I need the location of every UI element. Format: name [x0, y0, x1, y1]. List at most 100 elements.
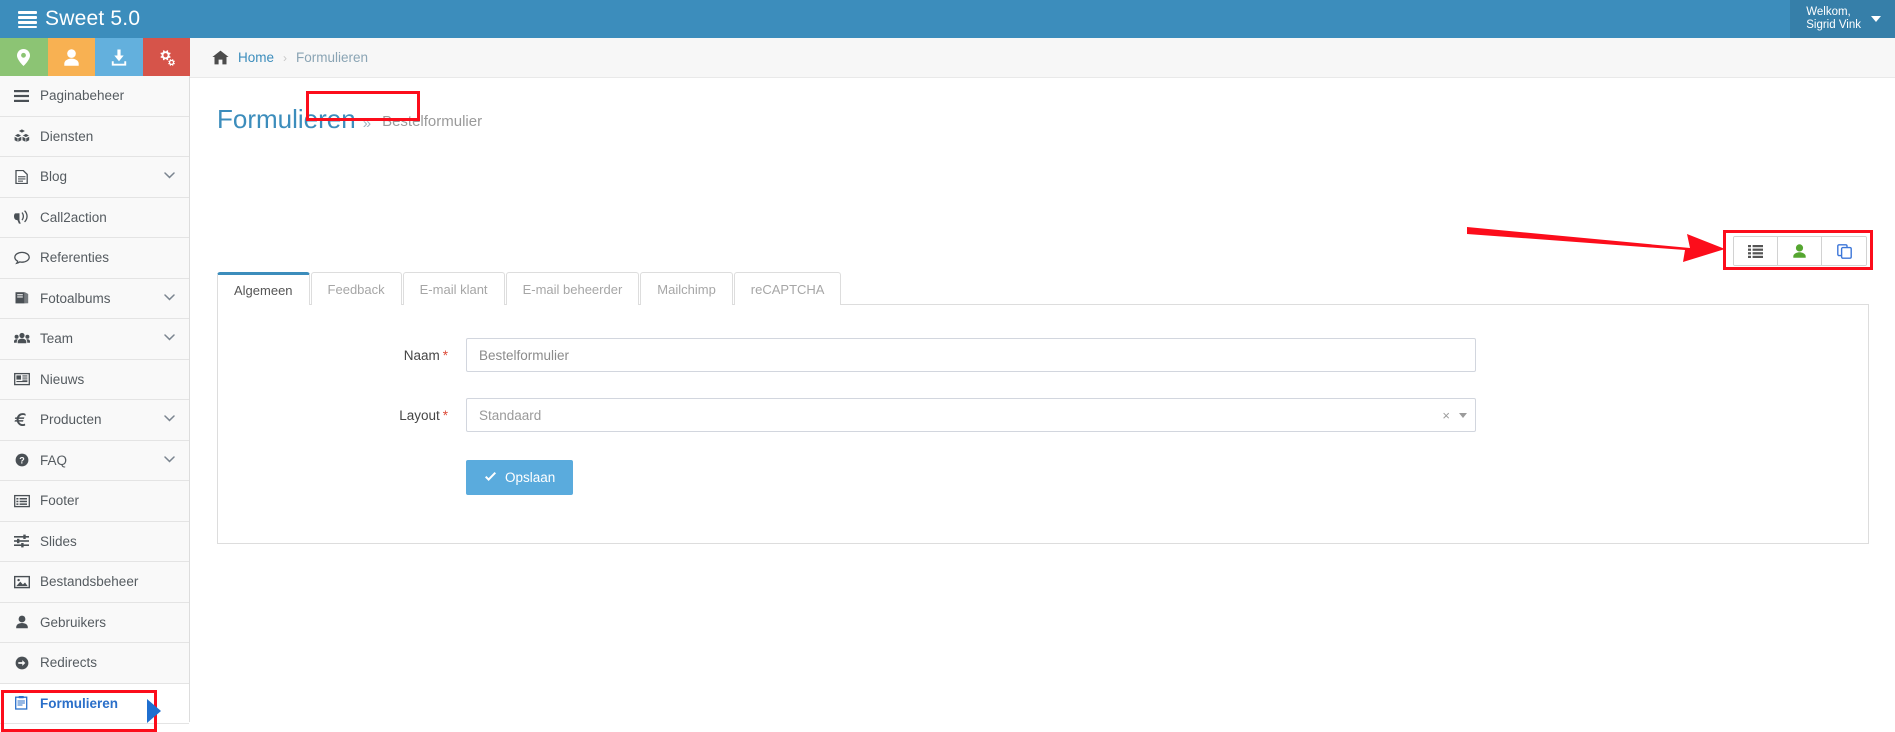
sidebar-item-paginabeheer[interactable]: Paginabeheer: [0, 76, 189, 117]
sidebar-item-team[interactable]: Team: [0, 319, 189, 360]
tab-e-mail-klant[interactable]: E-mail klant: [402, 272, 505, 305]
save-button[interactable]: Opslaan: [466, 460, 574, 495]
tab-label: E-mail beheerder: [522, 281, 623, 297]
chevron-down-icon[interactable]: [164, 171, 175, 182]
breadcrumb-home-link[interactable]: Home: [238, 50, 274, 65]
download-icon: [111, 49, 126, 66]
action-button-group: [1733, 236, 1867, 266]
image-icon: [14, 575, 30, 589]
sidebar-item-label: Slides: [40, 533, 77, 549]
sidebar-item-fotoalbums[interactable]: Fotoalbums: [0, 279, 189, 319]
comment-icon: [14, 251, 30, 264]
sidebar-item-slides[interactable]: Slides: [0, 522, 189, 562]
layout-label-text: Layout: [399, 407, 440, 423]
layout-field-wrap: Standaard ×: [466, 398, 1476, 432]
tab-mailchimp[interactable]: Mailchimp: [640, 272, 733, 305]
clipboard-icon: [15, 696, 28, 710]
page-title-separator: »: [362, 115, 372, 132]
chevron-down-icon[interactable]: [164, 455, 175, 466]
page-title: Formulieren » Bestelformulier: [190, 78, 1895, 135]
user-icon: [14, 615, 40, 629]
sidebar-item-label: Producten: [40, 412, 102, 428]
sidebar-item-label: Referenties: [40, 250, 110, 266]
sidebar-item-label: FAQ: [40, 452, 68, 468]
map-marker-button[interactable]: [0, 38, 48, 76]
naam-input[interactable]: [466, 338, 1476, 372]
sidebar-item-producten[interactable]: Producten: [0, 400, 189, 441]
tab-e-mail-beheerder[interactable]: E-mail beheerder: [505, 272, 640, 305]
home-icon: [212, 50, 229, 65]
sidebar-item-label: Formulieren: [40, 695, 119, 711]
sidebar-item-blog[interactable]: Blog: [0, 157, 189, 198]
book-icon: [14, 291, 40, 305]
chevron-down-icon[interactable]: [164, 414, 175, 425]
map-marker-icon: [17, 48, 31, 66]
bullhorn-icon: [14, 210, 28, 224]
image-icon: [14, 575, 40, 589]
sidebar-item-label: Team: [40, 331, 74, 347]
sidebar-item-formulieren[interactable]: Formulieren: [0, 683, 189, 724]
newspaper-icon: [14, 373, 30, 386]
tab-feedback[interactable]: Feedback: [310, 272, 402, 305]
arrow-circle-right-icon: [15, 656, 29, 670]
app-logo[interactable]: Sweet 5.0: [0, 0, 190, 38]
sidebar-item-label: Paginabeheer: [40, 88, 125, 104]
tab-algemeen[interactable]: Algemeen: [217, 272, 310, 306]
list-alt-icon: [14, 494, 40, 508]
tab-label: Algemeen: [234, 282, 293, 298]
user-view-button[interactable]: [1778, 237, 1822, 265]
layout-label: Layout *: [218, 408, 466, 423]
breadcrumb: Home › Formulieren: [190, 38, 1895, 78]
settings-button[interactable]: [142, 38, 190, 76]
question-circle-icon: ?: [14, 453, 40, 467]
sidebar-item-call2action[interactable]: Call2action: [0, 198, 189, 238]
save-button-label: Opslaan: [505, 470, 556, 485]
naam-label-text: Naam: [403, 347, 440, 363]
sidebar-item-diensten[interactable]: Diensten: [0, 117, 189, 157]
book-icon: [15, 292, 29, 304]
breadcrumb-current: Formulieren: [296, 50, 369, 65]
sidebar-menu: Paginabeheer Diensten Blog Call2action Refer…: [0, 76, 189, 724]
euro-icon: [14, 412, 40, 427]
tab-recaptcha[interactable]: reCAPTCHA: [733, 272, 842, 305]
newspaper-icon: [14, 372, 40, 386]
chevron-down-icon[interactable]: [164, 293, 175, 304]
sliders-icon: [14, 534, 29, 548]
chevron-down-icon[interactable]: [164, 333, 175, 344]
clear-icon[interactable]: ×: [1442, 408, 1450, 423]
list-view-button[interactable]: [1734, 237, 1778, 265]
tab-panel: Algemeen Feedback E-mail klant E-mail behee…: [217, 272, 1869, 544]
chevron-down-icon[interactable]: [1459, 412, 1467, 418]
sidebar: Paginabeheer Diensten Blog Call2action Refer…: [0, 38, 190, 732]
sidebar-item-gebruikers[interactable]: Gebruikers: [0, 603, 189, 643]
main-content: Formulieren » Bestelformulier Algemeen F…: [190, 78, 1895, 722]
sidebar-item-faq[interactable]: ? FAQ: [0, 441, 189, 481]
naam-field-wrap: [466, 338, 1476, 372]
user-menu[interactable]: Welkom, Sigrid Vink: [1790, 0, 1895, 38]
annotation-arrow: [1467, 227, 1725, 262]
layout-select[interactable]: Standaard ×: [466, 398, 1476, 432]
sidebar-item-label: Blog: [40, 169, 68, 185]
clipboard-icon: [14, 696, 40, 710]
sidebar-item-nieuws[interactable]: Nieuws: [0, 360, 189, 400]
user-icon: [64, 48, 79, 66]
file-text-icon: [15, 169, 28, 184]
sidebar-item-label: Nieuws: [40, 371, 85, 387]
sidebar-item-bestandsbeheer[interactable]: Bestandsbeheer: [0, 562, 189, 603]
check-icon: [485, 472, 496, 481]
sidebar-item-referenties[interactable]: Referenties: [0, 238, 189, 279]
bullhorn-icon: [14, 210, 40, 224]
duplicate-button[interactable]: [1822, 237, 1866, 265]
tab-label: E-mail klant: [419, 281, 488, 297]
bars-icon: [14, 89, 29, 102]
sidebar-item-footer[interactable]: Footer: [0, 481, 189, 522]
file-text-icon: [14, 169, 40, 184]
svg-text:?: ?: [19, 456, 25, 466]
sidebar-item-redirects[interactable]: Redirects: [0, 643, 189, 684]
layout-select-value: Standaard: [479, 407, 542, 423]
layout-required-marker: *: [442, 407, 448, 423]
download-button[interactable]: [95, 38, 143, 76]
form-row-naam: Naam *: [218, 338, 1868, 372]
user-button[interactable]: [47, 38, 95, 76]
